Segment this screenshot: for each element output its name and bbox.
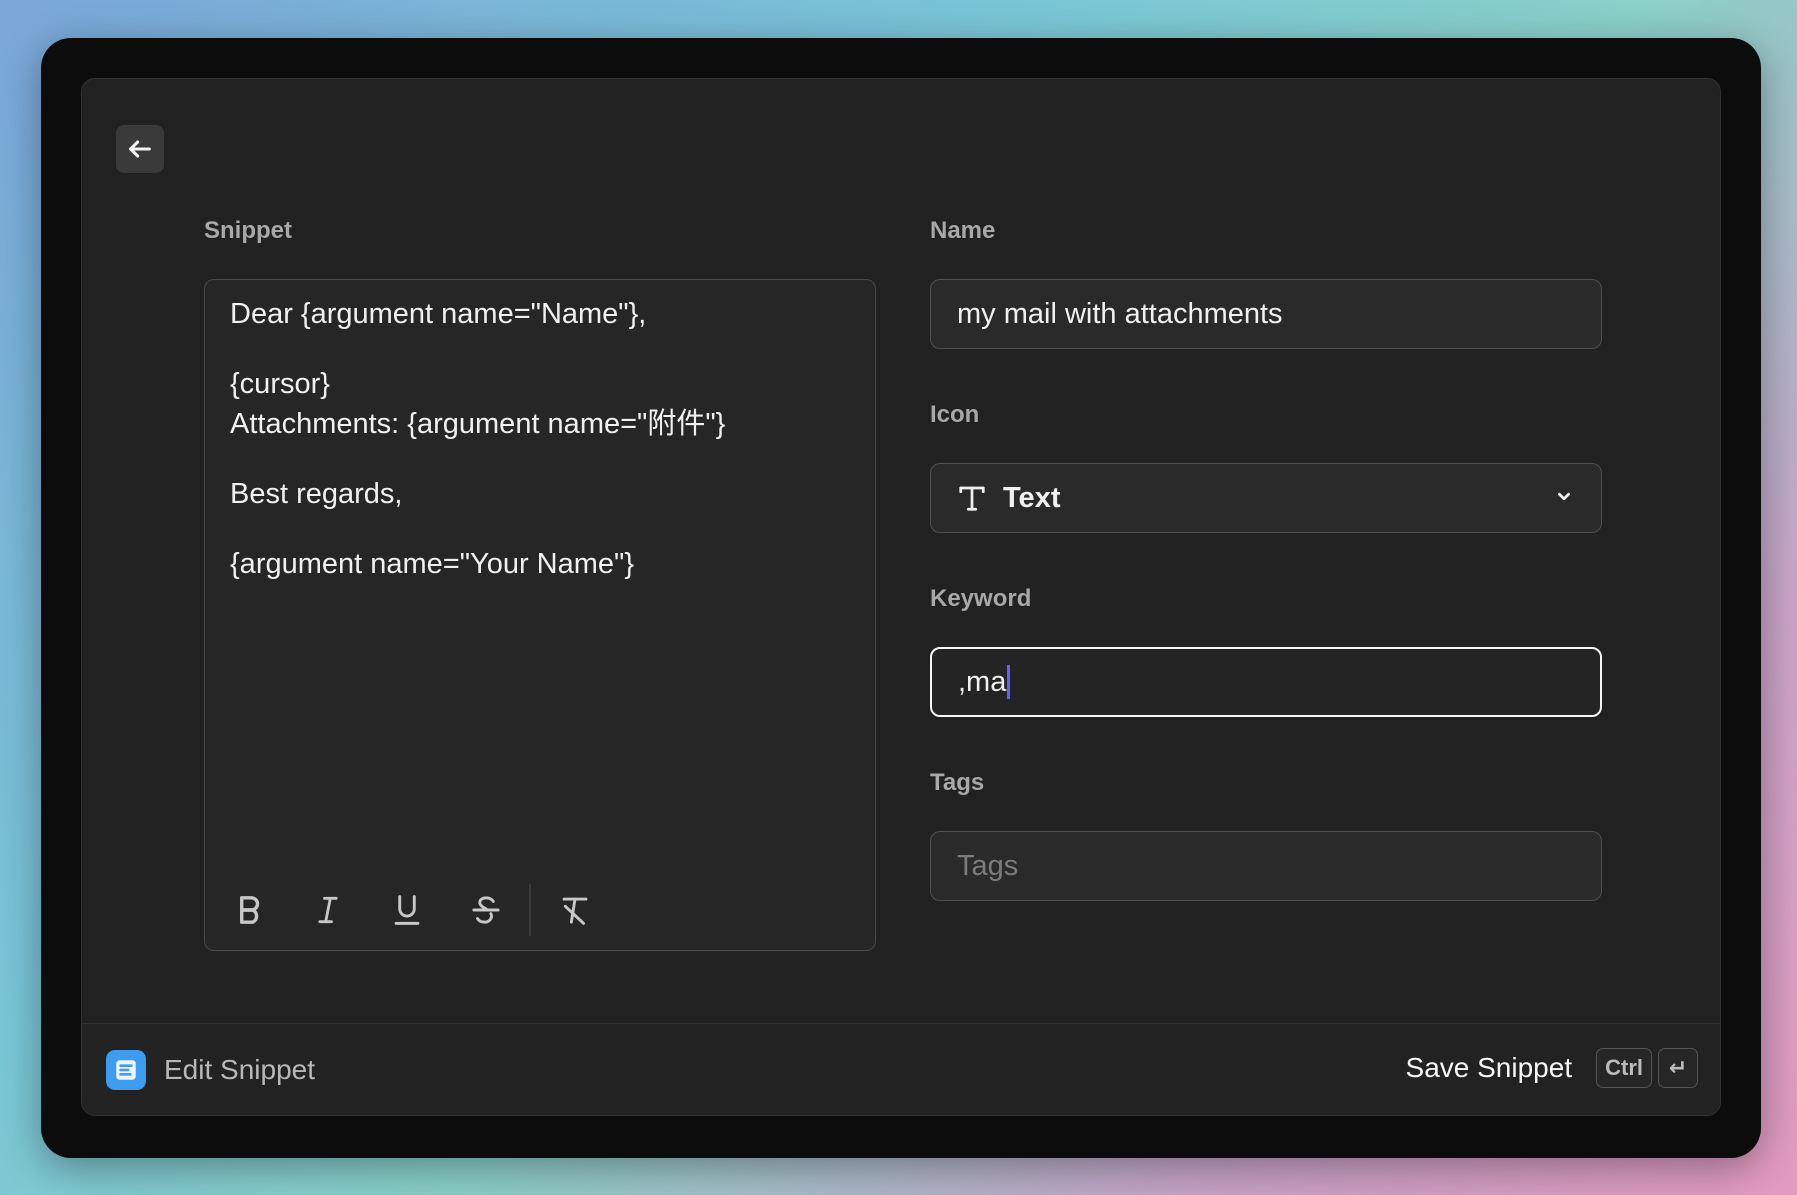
italic-icon [318, 896, 338, 924]
italic-button[interactable] [296, 878, 360, 942]
icon-label: Icon [930, 401, 980, 428]
enter-key-badge: ↵ [1658, 1048, 1698, 1088]
strikethrough-button[interactable] [454, 878, 518, 942]
snippet-text[interactable]: Dear {argument name="Name"}, {cursor} At… [230, 294, 855, 584]
text-type-icon [959, 486, 985, 511]
text-caret [1007, 665, 1011, 699]
keyword-field[interactable]: ,ma [930, 647, 1602, 717]
bold-button[interactable] [217, 878, 281, 942]
format-toolbar [217, 878, 622, 942]
icon-select-value: Text [1003, 481, 1061, 514]
clear-format-icon [562, 897, 587, 925]
keyword-value: ,ma [958, 665, 1007, 698]
name-field[interactable]: my mail with attachments [930, 279, 1602, 349]
footer-title: Edit Snippet [164, 1054, 315, 1085]
underline-button[interactable] [375, 878, 439, 942]
tags-field[interactable]: Tags [930, 831, 1602, 901]
app-frame: Snippet Dear {argument name="Name"}, {cu… [41, 38, 1761, 1158]
edit-snippet-window: Snippet Dear {argument name="Name"}, {cu… [81, 78, 1721, 1116]
underline-icon [394, 895, 420, 925]
bold-icon [240, 896, 260, 924]
snippet-line: {cursor} [230, 368, 330, 400]
snippet-line: {argument name="Your Name"} [230, 548, 635, 580]
save-action: Save Snippet Ctrl ↵ [1406, 1048, 1698, 1088]
snippet-editor[interactable]: Dear {argument name="Name"}, {cursor} At… [204, 279, 876, 951]
snippet-line: Dear {argument name="Name"}, [230, 298, 647, 330]
clear-format-button[interactable] [543, 878, 607, 942]
tags-label: Tags [930, 769, 985, 796]
name-value: my mail with attachments [957, 297, 1283, 330]
name-label: Name [930, 217, 996, 244]
ctrl-key-badge: Ctrl [1596, 1048, 1652, 1088]
snippet-app-icon [106, 1050, 146, 1090]
strikethrough-icon [472, 896, 500, 924]
toolbar-divider [529, 884, 531, 936]
back-button[interactable] [116, 125, 164, 173]
tags-placeholder: Tags [957, 849, 1019, 882]
footer-bar: Edit Snippet Save Snippet Ctrl ↵ [82, 1023, 1720, 1115]
keyword-label: Keyword [930, 585, 1032, 612]
snippet-line: Best regards, [230, 478, 403, 510]
chevron-down-icon [1558, 492, 1570, 501]
icon-select[interactable]: Text [930, 463, 1602, 533]
arrow-left-icon [129, 140, 151, 158]
save-snippet-button[interactable]: Save Snippet [1406, 1052, 1573, 1084]
snippet-line: Attachments: {argument name="附件"} [230, 408, 726, 440]
snippet-label: Snippet [204, 217, 292, 244]
